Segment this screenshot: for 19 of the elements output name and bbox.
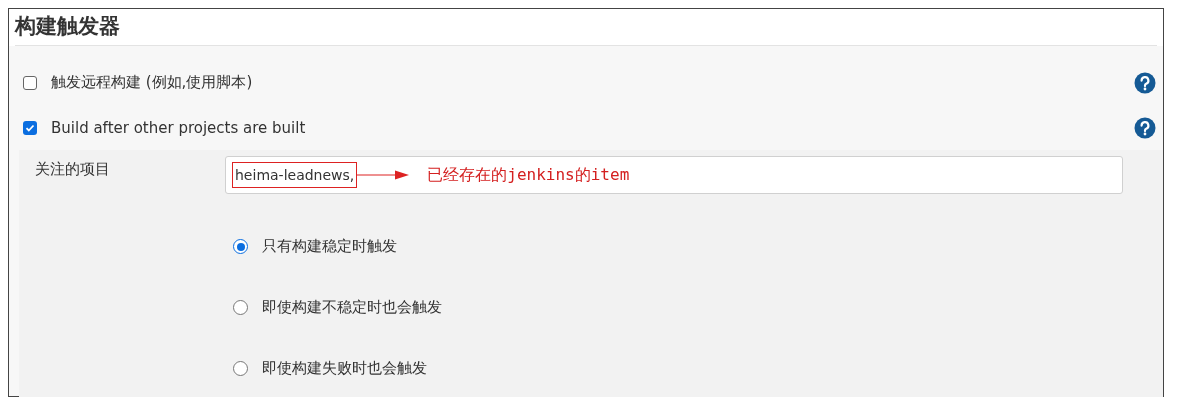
radio-button[interactable] — [233, 300, 248, 315]
radio-label: 即使构建失败时也会触发 — [262, 359, 427, 378]
radio-label: 只有构建稳定时触发 — [262, 237, 397, 256]
checkbox-label: 触发远程构建 (例如,使用脚本) — [51, 73, 253, 92]
radio-button[interactable] — [233, 239, 248, 254]
radio-label: 即使构建不稳定时也会触发 — [262, 298, 442, 317]
checkbox[interactable] — [23, 120, 37, 135]
annotation-text: 已经存在的jenkins的item — [427, 164, 630, 186]
radio-button[interactable] — [233, 361, 248, 376]
checkmark-icon — [25, 122, 35, 133]
input-value: heima-leadnews, — [232, 162, 358, 188]
projects-input[interactable]: heima-leadnews, 已经存在的jenkins的item — [225, 156, 1123, 194]
arrow-icon — [357, 169, 410, 181]
checkbox-label: Build after other projects are built — [51, 118, 306, 137]
help-icon[interactable] — [1134, 116, 1156, 139]
checkbox[interactable] — [23, 75, 37, 90]
help-icon[interactable] — [1134, 71, 1156, 94]
section-title: 构建触发器 — [15, 13, 1157, 46]
field-label: 关注的项目 — [35, 159, 111, 179]
